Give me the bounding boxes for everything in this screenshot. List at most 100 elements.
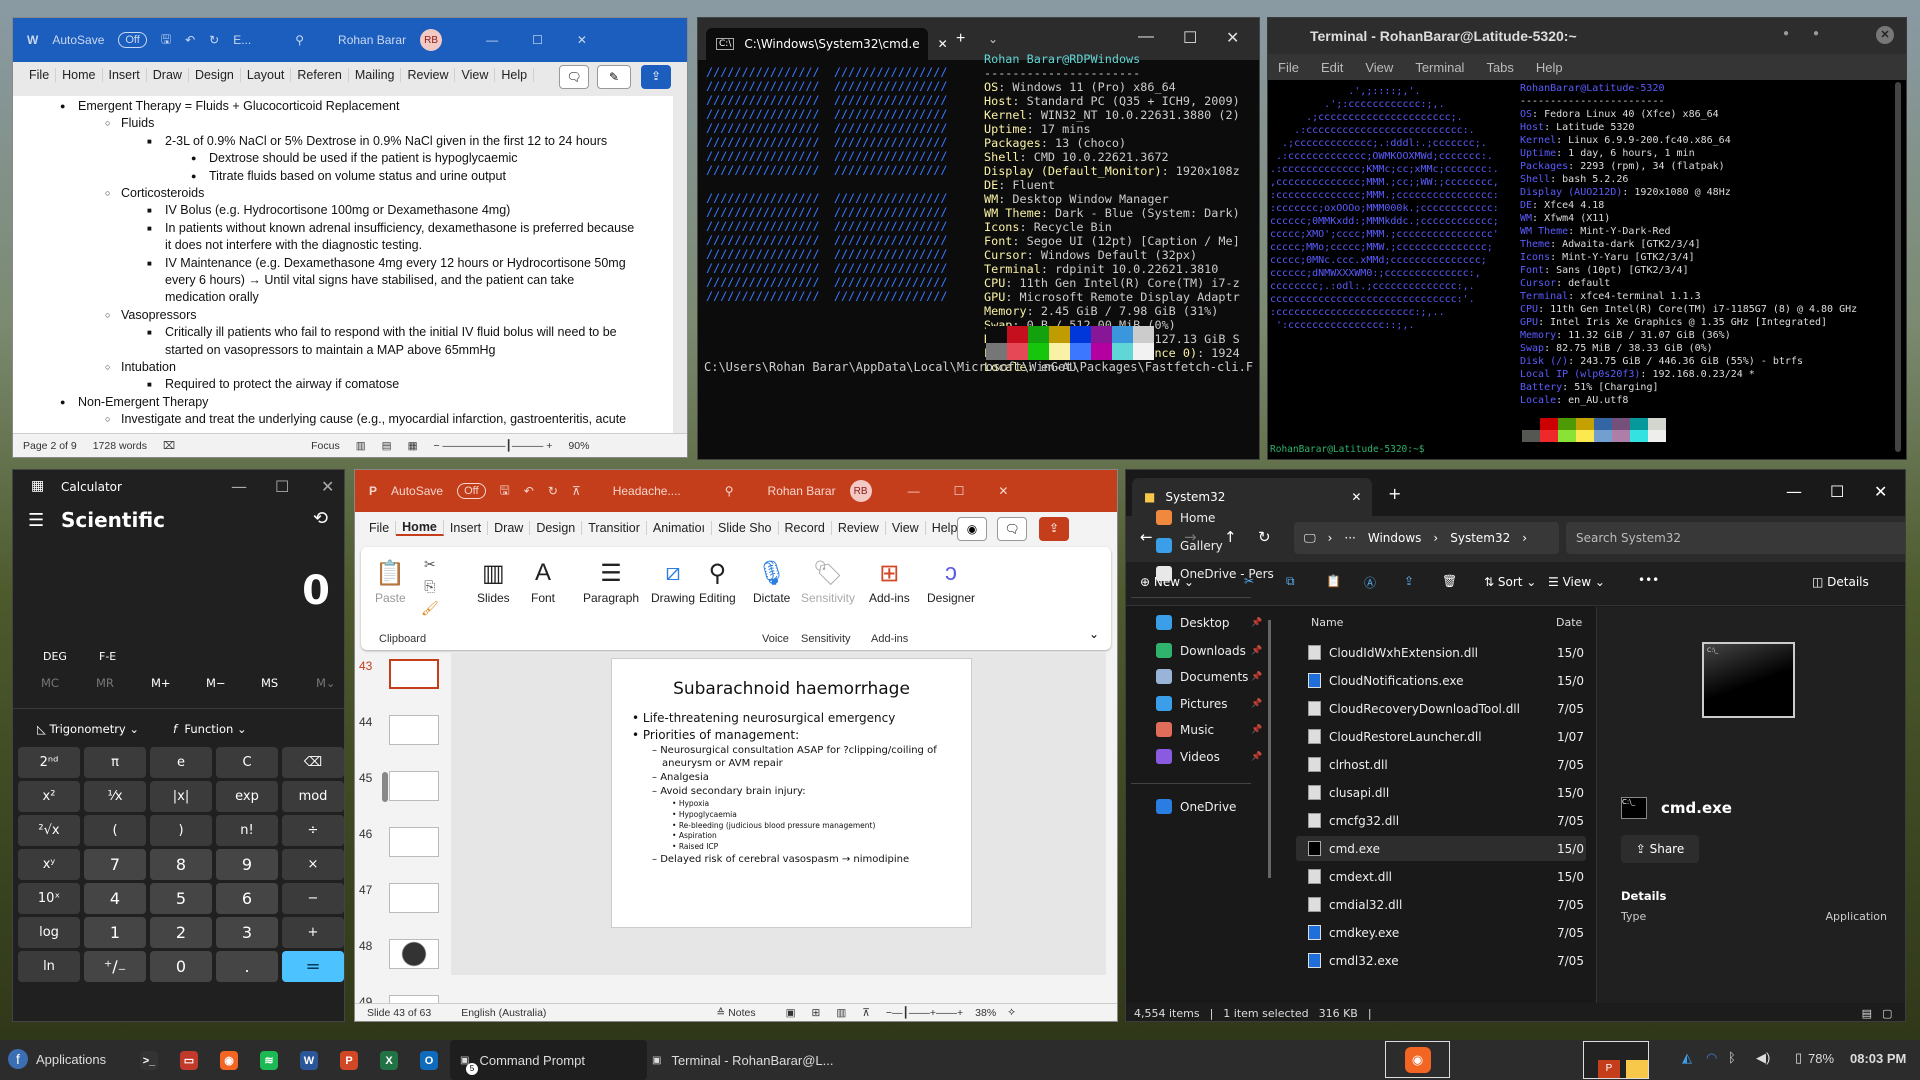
redo-icon[interactable]: ↻ [548,484,558,498]
autosave-toggle[interactable]: Off [457,483,486,499]
key-button[interactable]: ÷ [282,815,344,846]
nav-item-desktop[interactable]: Desktop 📌 [1156,615,1262,630]
notes-button[interactable]: ≙ Notes [716,1007,755,1019]
font-button[interactable]: A Font [531,555,555,605]
minimize-button[interactable]: — [1786,482,1802,501]
zoom-slider[interactable]: − ——————┃——— + [433,440,552,452]
undo-icon[interactable]: ↶ [185,33,195,47]
more-icon[interactable]: ··· [1344,531,1355,545]
share-button[interactable]: ⇪ [1039,517,1069,541]
key-button[interactable]: ⌫ [282,747,344,778]
present-icon[interactable]: ⊼ [572,484,581,498]
paragraph-line[interactable]: Required to protect the airway if comato… [165,376,399,393]
menu-icon[interactable]: ☰ [28,510,44,531]
slide-bullet[interactable]: • Raised ICP [612,842,952,852]
drawing-button[interactable]: ⧄ Drawing [651,555,695,605]
paragraph-line[interactable]: 2-3L of 0.9% NaCl or 5% Dextrose in 0.9%… [165,133,607,150]
file-row[interactable]: cmcfg32.dll 7/05 [1296,808,1586,833]
paragraph-line[interactable]: Titrate fluids based on volume status an… [209,168,506,185]
undo-icon[interactable]: ↶ [524,484,534,498]
file-row[interactable]: clusapi.dll 15/0 [1296,780,1586,805]
word-count[interactable]: 1728 words [93,440,147,452]
slide-thumbnail[interactable] [389,659,439,689]
workspace-switcher[interactable]: P [1583,1041,1649,1079]
paragraph-line[interactable]: every 6 hours) → Until vital signs have … [165,272,574,289]
close-button[interactable]: ✕ [577,33,587,47]
excel-icon[interactable]: X [380,1051,398,1070]
menu-tabs[interactable]: Tabs [1486,60,1513,75]
clock[interactable]: 08:03 PM [1850,1051,1906,1066]
key-button[interactable]: 9 [216,849,278,880]
key-button[interactable]: 4 [84,883,146,914]
paragraph-line[interactable]: Emergent Therapy = Fluids + Glucocortico… [78,98,399,115]
memory-button[interactable]: MC [41,676,59,690]
details-view-toggle[interactable]: ▤ [1862,1007,1872,1020]
tab-insert[interactable]: Insert [103,68,147,82]
editing-button[interactable]: ⚲ Editing [699,555,736,606]
key-button[interactable]: ) [150,815,212,846]
minimize-button[interactable]: ● [1783,28,1789,39]
file-row[interactable]: cmdl32.exe 7/05 [1296,948,1586,973]
slide-bullet[interactable]: • Hypoglycaemia [612,810,952,820]
tab-view[interactable]: View [455,68,496,82]
minimize-button[interactable]: — [1138,28,1154,46]
minimize-button[interactable]: — [231,477,247,496]
paragraph-line[interactable]: Non-Emergent Therapy [78,394,208,411]
tab-view[interactable]: View [886,521,926,535]
sync-icon[interactable]: ◭ [1682,1050,1692,1066]
firefox-icon[interactable]: ◉ [220,1051,238,1070]
slide-bullet[interactable]: • Hypoxia [612,799,952,809]
nav-item-videos[interactable]: Videos 📌 [1156,749,1262,764]
slide-bullet[interactable]: – Neurosurgical consultation ASAP for ?c… [612,744,952,770]
key-button[interactable]: + [282,917,344,948]
shell-prompt[interactable]: RohanBarar@Latitude-5320:~$ [1270,444,1430,455]
paragraph-line[interactable]: started on vasopressors to maintain a MA… [165,342,496,359]
up-icon[interactable]: ↑ [1224,528,1237,546]
proofing-icon[interactable]: ⌧ [163,440,175,452]
nav-item-onedrive[interactable]: OneDrive [1156,799,1236,814]
pin-icon[interactable]: 📌 [1251,725,1262,735]
document-body[interactable]: ● Emergent Therapy = Fluids + Glucocortic… [13,96,673,436]
wifi-icon[interactable]: ◠ [1706,1050,1717,1066]
comment-button[interactable]: 🗨 [997,517,1027,541]
file-row[interactable]: CloudRestoreLauncher.dll 1/07 [1296,724,1586,749]
key-button[interactable]: 1 [84,917,146,948]
file-row[interactable]: CloudIdWxhExtension.dll 15/0 [1296,640,1586,665]
trigonometry-dropdown[interactable]: ◺ Trigonometry ⌄ [37,722,139,736]
search-icon[interactable]: ⚲ [725,484,734,498]
tab-home[interactable]: Home [56,68,103,82]
share-button[interactable]: ⇪ Share [1621,835,1699,863]
slide-thumbnail[interactable] [389,715,439,745]
save-icon[interactable]: 🖫 [161,30,171,51]
collapse-ribbon-icon[interactable]: ⌄ [1089,627,1099,641]
key-button[interactable]: n! [216,815,278,846]
key-button[interactable]: mod [282,781,344,812]
fe-button[interactable]: F-E [99,650,116,663]
close-button[interactable]: ✕ [1876,26,1894,44]
comment-button[interactable]: 🗨 [559,65,589,89]
maximize-button[interactable]: ☐ [275,477,289,496]
file-row[interactable]: clrhost.dll 7/05 [1296,752,1586,777]
close-button[interactable]: ✕ [321,477,334,496]
file-row[interactable]: cmdkey.exe 7/05 [1296,920,1586,945]
tab-animatioı[interactable]: Animatioı [647,521,712,535]
key-button[interactable]: 2ⁿᵈ [18,747,80,778]
key-button[interactable]: log [18,917,80,948]
avatar[interactable]: RB [849,480,872,502]
paragraph-line[interactable]: Dextrose should be used if the patient i… [209,150,518,167]
taskbar-window-terminal[interactable]: ▣ Terminal - RohanBarar@L... [652,1040,834,1080]
slide-title[interactable]: Subarachnoid haemorrhage [612,679,971,699]
pin-icon[interactable]: 📌 [1251,672,1262,682]
maximize-button[interactable]: ☐ [954,484,965,498]
pin-icon[interactable]: 📌 [1251,618,1262,628]
tab-insert[interactable]: Insert [444,521,489,535]
key-button[interactable]: 3 [216,917,278,948]
breadcrumb-system32[interactable]: System32 [1450,531,1510,545]
memory-button[interactable]: M+ [151,676,171,690]
slide-bullet[interactable]: • Aspiration [612,831,952,841]
file-row[interactable]: cmdial32.dll 7/05 [1296,892,1586,917]
key-button[interactable]: x² [18,781,80,812]
command-prompt-line[interactable]: C:\Users\Rohan Barar\AppData\Local\Micro… [704,360,1253,374]
slide-thumbnail[interactable] [389,939,439,969]
file-row[interactable]: cmd.exe 15/0 [1296,836,1586,861]
